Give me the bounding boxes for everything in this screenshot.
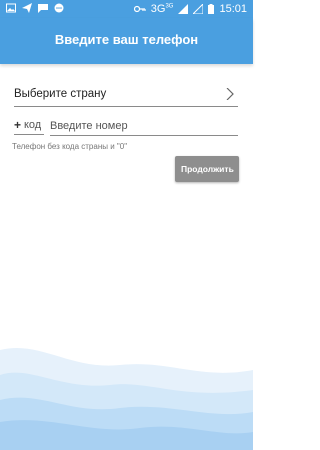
messenger-icon xyxy=(54,3,64,13)
country-code-field[interactable]: код xyxy=(24,119,41,131)
app-header: Введите ваш телефон xyxy=(0,18,253,64)
plus-sign: + xyxy=(14,118,22,132)
battery-icon xyxy=(208,4,215,14)
phone-hint: Телефон без кода страны и "0" xyxy=(12,142,128,151)
phone-number-input[interactable] xyxy=(50,117,238,136)
code-underline xyxy=(14,134,44,135)
signal-icon xyxy=(178,4,189,14)
country-selector[interactable]: Выберите страну xyxy=(14,86,238,107)
paper-plane-icon xyxy=(22,3,32,13)
country-label: Выберите страну xyxy=(14,88,107,100)
key-icon xyxy=(133,5,146,13)
status-right: 3G3G 15:01 xyxy=(133,0,247,18)
status-left-icons xyxy=(6,3,64,13)
page-title: Введите ваш телефон xyxy=(54,32,199,47)
network-type: 3G3G xyxy=(150,3,174,15)
continue-button[interactable]: Продолжить xyxy=(175,156,239,182)
chevron-right-icon xyxy=(226,88,234,100)
status-time: 15:01 xyxy=(219,3,247,15)
image-icon xyxy=(6,3,16,13)
chat-icon xyxy=(38,4,48,13)
signal-icon-2 xyxy=(193,4,204,14)
wave-background xyxy=(0,347,253,450)
status-bar: 3G3G 15:01 xyxy=(0,0,253,18)
